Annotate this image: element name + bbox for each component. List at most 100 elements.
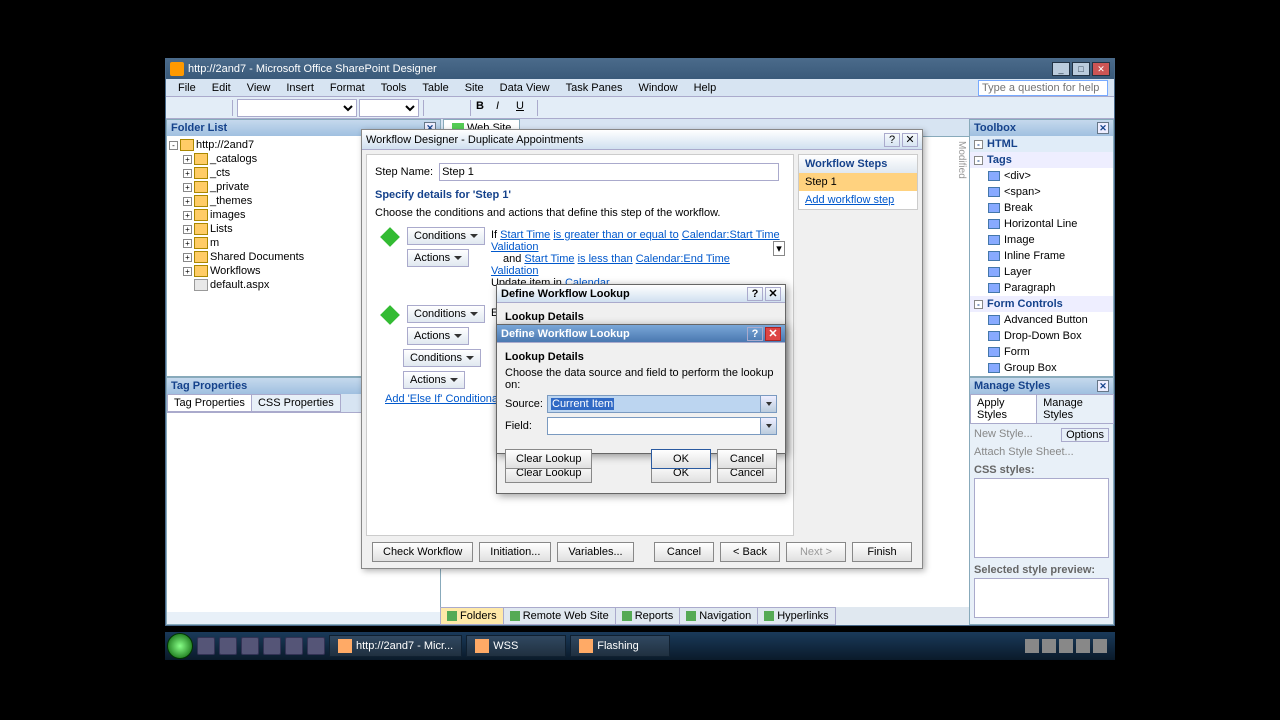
back-button[interactable]: < Back: [720, 542, 780, 562]
taskbar-task[interactable]: Flashing: [570, 635, 670, 657]
expand-icon[interactable]: +: [183, 197, 192, 206]
dialog-close-icon[interactable]: ✕: [765, 287, 781, 301]
menu-edit[interactable]: Edit: [206, 80, 237, 96]
new-style-link[interactable]: New Style...: [974, 428, 1033, 442]
variables-button[interactable]: Variables...: [557, 542, 633, 562]
tree-item[interactable]: images: [210, 209, 245, 221]
actions-button[interactable]: Actions: [407, 249, 469, 267]
collapse-icon[interactable]: -: [974, 140, 983, 149]
chevron-down-icon[interactable]: [760, 396, 776, 412]
menu-site[interactable]: Site: [459, 80, 490, 96]
step-item[interactable]: Step 1: [799, 173, 917, 191]
collapse-icon[interactable]: -: [974, 300, 983, 309]
tab-manage-styles[interactable]: Manage Styles: [1036, 394, 1114, 424]
quicklaunch-icon[interactable]: [263, 637, 281, 655]
tray-icon[interactable]: [1042, 639, 1056, 653]
minimize-button[interactable]: _: [1052, 62, 1070, 76]
bold-icon[interactable]: B: [475, 99, 493, 117]
help-icon[interactable]: ?: [747, 327, 763, 341]
viewtab-navigation[interactable]: Navigation: [679, 607, 758, 625]
menu-taskpanes[interactable]: Task Panes: [560, 80, 629, 96]
start-button[interactable]: [167, 633, 193, 659]
conditions-button[interactable]: Conditions: [407, 305, 485, 323]
conditions-button[interactable]: Conditions: [403, 349, 481, 367]
tree-item[interactable]: _private: [210, 181, 249, 193]
tree-item[interactable]: _catalogs: [210, 153, 257, 165]
menu-dataview[interactable]: Data View: [494, 80, 556, 96]
toolbox-item[interactable]: Drop-Down Box: [970, 328, 1113, 344]
quicklaunch-icon[interactable]: [307, 637, 325, 655]
toolbox-item[interactable]: Paragraph: [970, 280, 1113, 296]
cond-op[interactable]: is less than: [578, 253, 633, 265]
menu-help[interactable]: Help: [688, 80, 723, 96]
chevron-down-icon[interactable]: ▾: [773, 241, 785, 256]
dialog-close-icon[interactable]: ✕: [902, 133, 918, 147]
toolbox-tags-section[interactable]: Tags: [987, 154, 1012, 166]
menu-window[interactable]: Window: [632, 80, 683, 96]
add-step-link[interactable]: Add workflow step: [799, 191, 917, 209]
expand-icon[interactable]: +: [183, 183, 192, 192]
tree-item[interactable]: m: [210, 237, 219, 249]
menu-insert[interactable]: Insert: [280, 80, 320, 96]
actions-button[interactable]: Actions: [407, 327, 469, 345]
close-button[interactable]: ✕: [1092, 62, 1110, 76]
align-right-icon[interactable]: [582, 99, 600, 117]
help-search[interactable]: [978, 80, 1108, 96]
taskbar-task[interactable]: http://2and7 - Micr...: [329, 635, 462, 657]
menu-file[interactable]: File: [172, 80, 202, 96]
align-center-icon[interactable]: [562, 99, 580, 117]
viewtab-folders[interactable]: Folders: [440, 607, 504, 625]
toolbox-item[interactable]: <span>: [970, 184, 1113, 200]
quicklaunch-icon[interactable]: [285, 637, 303, 655]
expand-icon[interactable]: +: [183, 155, 192, 164]
help-icon[interactable]: ?: [884, 133, 900, 147]
cancel-button[interactable]: Cancel: [717, 449, 777, 469]
source-dropdown[interactable]: Current Item: [547, 395, 777, 413]
dialog-close-icon[interactable]: ✕: [765, 327, 781, 341]
tray-icon[interactable]: [1093, 639, 1107, 653]
collapse-icon[interactable]: -: [974, 156, 983, 165]
font-select[interactable]: [237, 99, 357, 117]
conditions-button[interactable]: Conditions: [407, 227, 485, 245]
quicklaunch-icon[interactable]: [219, 637, 237, 655]
clear-lookup-button[interactable]: Clear Lookup: [505, 449, 592, 469]
underline-icon[interactable]: U: [515, 99, 533, 117]
expand-icon[interactable]: +: [183, 239, 192, 248]
expand-icon[interactable]: -: [169, 141, 178, 150]
panel-close-icon[interactable]: ✕: [1097, 122, 1109, 134]
tree-root[interactable]: http://2and7: [196, 139, 254, 151]
tree-item[interactable]: _cts: [210, 167, 230, 179]
actions-button[interactable]: Actions: [403, 371, 465, 389]
toolbox-item[interactable]: Group Box: [970, 360, 1113, 376]
viewtab-hyperlinks[interactable]: Hyperlinks: [757, 607, 835, 625]
menu-table[interactable]: Table: [416, 80, 454, 96]
expand-icon[interactable]: +: [183, 267, 192, 276]
stepname-input[interactable]: [439, 163, 779, 181]
tree-item[interactable]: Workflows: [210, 265, 261, 277]
options-button[interactable]: Options: [1061, 428, 1109, 442]
undo-icon[interactable]: [428, 99, 446, 117]
ok-button[interactable]: OK: [651, 449, 711, 469]
toolbox-html[interactable]: HTML: [987, 138, 1018, 150]
expand-icon[interactable]: +: [183, 169, 192, 178]
check-workflow-button[interactable]: Check Workflow: [372, 542, 473, 562]
tray-icon[interactable]: [1059, 639, 1073, 653]
maximize-button[interactable]: □: [1072, 62, 1090, 76]
new-icon[interactable]: [170, 99, 188, 117]
taskbar-task[interactable]: WSS: [466, 635, 566, 657]
chevron-down-icon[interactable]: [760, 418, 776, 434]
toolbox-item[interactable]: Inline Frame: [970, 248, 1113, 264]
tree-item[interactable]: _themes: [210, 195, 252, 207]
tab-tag-properties[interactable]: Tag Properties: [167, 394, 252, 412]
expand-icon[interactable]: +: [183, 211, 192, 220]
cond-op[interactable]: is greater than or equal to: [553, 229, 678, 241]
quicklaunch-icon[interactable]: [241, 637, 259, 655]
finish-button[interactable]: Finish: [852, 542, 912, 562]
expand-icon[interactable]: +: [183, 253, 192, 262]
viewtab-remote[interactable]: Remote Web Site: [503, 607, 616, 625]
tab-apply-styles[interactable]: Apply Styles: [970, 394, 1037, 424]
cancel-button[interactable]: Cancel: [654, 542, 714, 562]
menu-format[interactable]: Format: [324, 80, 371, 96]
toolbox-item[interactable]: Horizontal Line: [970, 216, 1113, 232]
field-dropdown[interactable]: [547, 417, 777, 435]
